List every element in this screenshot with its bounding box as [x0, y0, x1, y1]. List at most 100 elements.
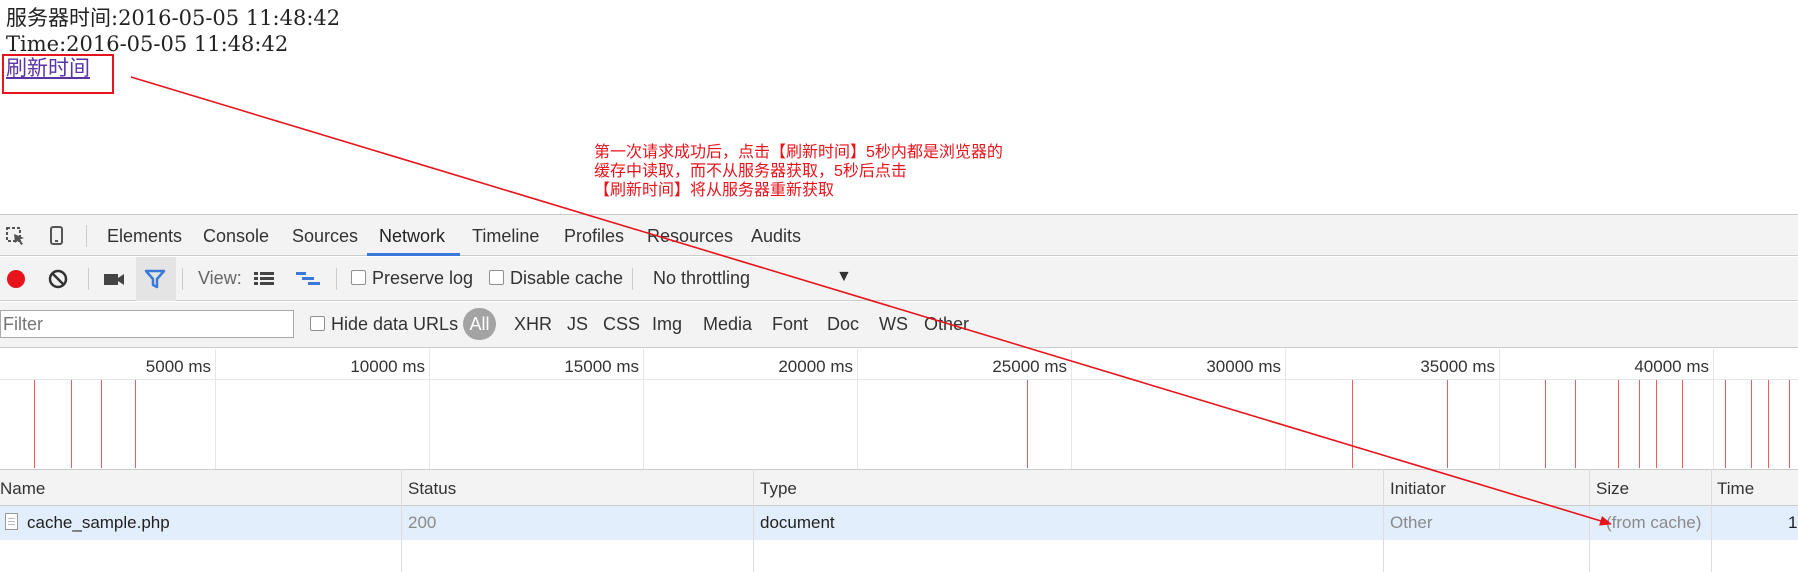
annotation-highlight-box — [2, 54, 114, 94]
hide-data-urls-checkbox[interactable]: Hide data URLs — [310, 314, 458, 335]
document-file-icon — [5, 513, 18, 530]
request-timing-mark — [1768, 380, 1769, 468]
overview-tick-label: 30000 ms — [1206, 357, 1281, 376]
request-timing-mark — [1352, 380, 1353, 468]
request-timing-mark — [1639, 380, 1640, 468]
tab-resources[interactable]: Resources — [647, 226, 733, 247]
tab-console[interactable]: Console — [203, 226, 269, 247]
column-divider[interactable] — [1589, 469, 1590, 572]
request-timing-mark — [135, 380, 136, 468]
column-header-time[interactable]: Time — [1717, 479, 1754, 499]
type-filter-js[interactable]: JS — [567, 314, 588, 335]
column-divider[interactable] — [1383, 469, 1384, 572]
network-overview-timeline[interactable]: 5000 ms 10000 ms 15000 ms 20000 ms 25000 ms 3… — [0, 349, 1798, 469]
request-timing-mark — [101, 380, 102, 468]
toolbar-divider — [86, 225, 87, 247]
annotation-line: 【刷新时间】将从服务器重新获取 — [594, 182, 835, 199]
tab-elements[interactable]: Elements — [107, 226, 182, 247]
toolbar-divider — [182, 268, 183, 290]
overview-grid-line — [215, 349, 216, 469]
overview-tick-label: 10000 ms — [350, 357, 425, 376]
overview-grid-line — [429, 349, 430, 469]
filter-input[interactable] — [0, 310, 294, 338]
network-filter-bar: Hide data URLs All XHR JS CSS Img Media … — [0, 302, 1798, 348]
device-mode-icon[interactable] — [44, 225, 68, 247]
type-filter-font[interactable]: Font — [772, 314, 808, 335]
column-header-status[interactable]: Status — [408, 479, 456, 499]
annotation-note: 第一次请求成功后，点击【刷新时间】5秒内都是浏览器的 缓存中读取，而不从服务器获… — [594, 143, 1094, 200]
type-filter-other[interactable]: Other — [924, 314, 969, 335]
toolbar-divider — [632, 268, 633, 290]
type-filter-ws[interactable]: WS — [879, 314, 908, 335]
request-timing-mark — [34, 380, 35, 468]
annotation-line: 第一次请求成功后，点击【刷新时间】5秒内都是浏览器的 — [594, 144, 1003, 161]
request-timing-mark — [1447, 380, 1448, 468]
server-time-text: 服务器时间:2016-05-05 11:48:42 — [6, 6, 341, 30]
overview-grid-line — [1713, 349, 1714, 469]
request-timing-mark — [1751, 380, 1752, 468]
request-time: 1 — [1788, 513, 1798, 532]
toolbar-divider — [336, 268, 337, 290]
request-timing-mark — [1618, 380, 1619, 468]
request-timing-mark — [1789, 380, 1790, 468]
column-divider[interactable] — [401, 469, 402, 572]
overview-grid-line — [1499, 349, 1500, 469]
toolbar-divider — [88, 268, 89, 290]
overview-grid-line — [643, 349, 644, 469]
overview-tick-label: 5000 ms — [145, 357, 211, 376]
type-filter-all[interactable]: All — [463, 308, 496, 340]
request-initiator: Other — [1390, 513, 1433, 532]
request-timing-mark — [1575, 380, 1576, 468]
type-filter-img[interactable]: Img — [652, 314, 682, 335]
tab-network[interactable]: Network — [379, 226, 445, 247]
table-row[interactable]: cache_sample.php 200 document Other (fro… — [0, 506, 1798, 540]
type-filter-doc[interactable]: Doc — [827, 314, 859, 335]
chevron-down-icon[interactable]: ▼ — [836, 268, 852, 286]
overview-grid-line — [1071, 349, 1072, 469]
view-label: View: — [198, 268, 242, 288]
disable-cache-checkbox[interactable]: Disable cache — [489, 268, 623, 289]
column-header-type[interactable]: Type — [760, 479, 797, 499]
overview-tick-label: 35000 ms — [1420, 357, 1495, 376]
throttling-select[interactable]: No throttling — [653, 268, 750, 289]
type-filter-css[interactable]: CSS — [603, 314, 640, 335]
tab-profiles[interactable]: Profiles — [564, 226, 624, 247]
list-view-icon[interactable] — [252, 269, 276, 291]
tab-timeline[interactable]: Timeline — [472, 226, 539, 247]
tab-sources[interactable]: Sources — [292, 226, 358, 247]
overview-tick-label: 15000 ms — [564, 357, 639, 376]
column-header-name[interactable]: Name — [0, 479, 45, 499]
tab-audits[interactable]: Audits — [751, 226, 801, 247]
overview-grid-line — [857, 349, 858, 469]
request-type: document — [760, 513, 835, 532]
camera-icon[interactable] — [102, 267, 126, 289]
devtools-panel: Elements Console Sources Network Timelin… — [0, 214, 1798, 572]
request-timing-mark — [1545, 380, 1546, 468]
overview-tick-label: 25000 ms — [992, 357, 1067, 376]
record-icon[interactable] — [4, 267, 28, 289]
overview-tick-label: 40000 ms — [1634, 357, 1709, 376]
type-filter-media[interactable]: Media — [703, 314, 752, 335]
request-timing-mark — [1682, 380, 1683, 468]
request-name: cache_sample.php — [27, 513, 170, 532]
filter-icon[interactable] — [143, 267, 167, 289]
clear-icon[interactable] — [46, 267, 70, 289]
waterfall-view-icon[interactable] — [294, 269, 320, 291]
column-header-size[interactable]: Size — [1596, 479, 1629, 499]
request-status: 200 — [408, 513, 437, 532]
overview-tick-label: 20000 ms — [778, 357, 853, 376]
requests-table-header: Name Status Type Initiator Size Time — [0, 469, 1798, 506]
time-text: Time:2016-05-05 11:48:42 — [6, 32, 289, 56]
type-filter-xhr[interactable]: XHR — [514, 314, 552, 335]
column-divider[interactable] — [1711, 469, 1712, 572]
overview-grid-line — [1285, 349, 1286, 469]
active-tab-indicator — [367, 253, 460, 256]
annotation-line: 缓存中读取，而不从服务器获取，5秒后点击 — [594, 163, 907, 180]
request-size: (from cache) — [1606, 513, 1702, 532]
request-timing-mark — [1027, 380, 1028, 468]
overview-divider — [0, 379, 1798, 380]
column-header-initiator[interactable]: Initiator — [1390, 479, 1446, 499]
inspect-element-icon[interactable] — [4, 225, 28, 247]
column-divider[interactable] — [753, 469, 754, 572]
preserve-log-checkbox[interactable]: Preserve log — [351, 268, 473, 289]
